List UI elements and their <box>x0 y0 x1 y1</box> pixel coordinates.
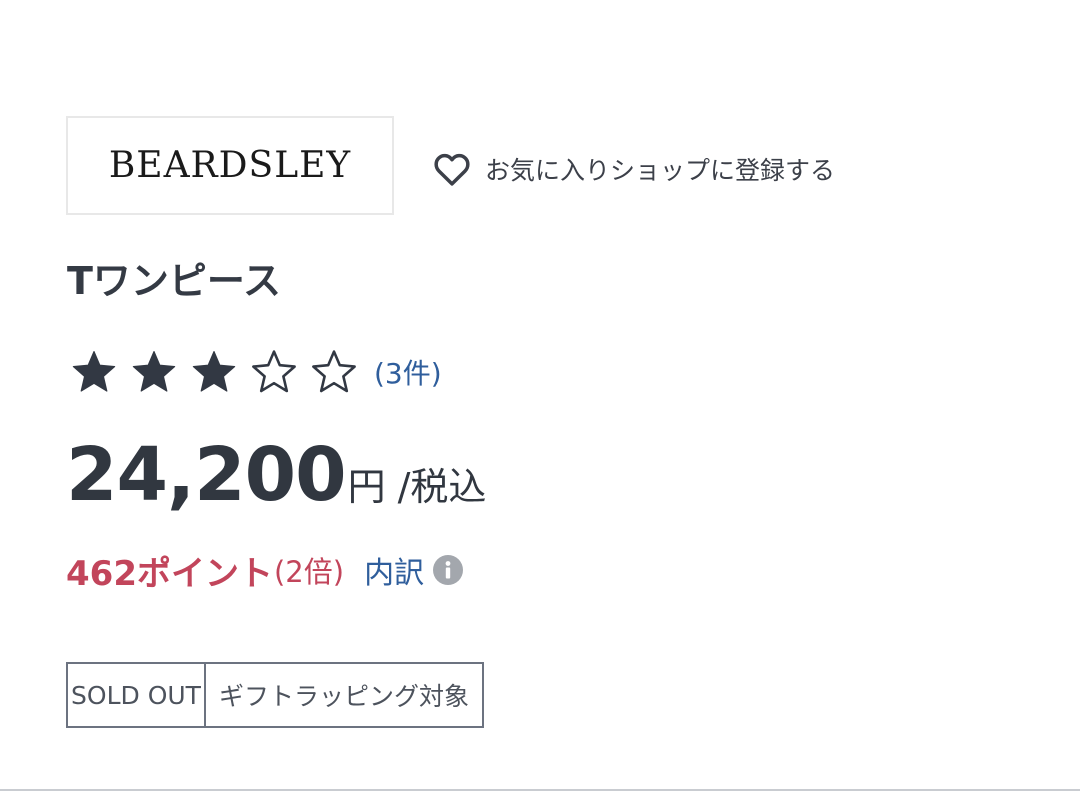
points: 462ポイント (2倍) 内訳 <box>66 546 464 594</box>
favorite-shop-label: お気に入りショップに登録する <box>485 156 836 185</box>
rating: (3件) <box>70 340 442 404</box>
star-outline-icon <box>250 348 298 396</box>
product-title: Tワンピース <box>67 259 282 303</box>
points-multiplier: (2倍) <box>273 555 345 589</box>
star-filled-icon <box>130 348 178 396</box>
favorite-shop-button[interactable]: お気に入りショップに登録する <box>431 148 835 190</box>
info-icon[interactable] <box>432 554 464 586</box>
gift-wrapping-badge: ギフトラッピング対象 <box>204 664 482 726</box>
star-filled-icon <box>70 348 118 396</box>
price-amount: 24,200 <box>66 432 347 518</box>
price: 24,200 円 /税込 <box>66 432 486 518</box>
points-breakdown-link[interactable]: 内訳 <box>364 548 424 592</box>
price-tax-label: /税込 <box>397 465 487 509</box>
heart-icon <box>431 148 473 190</box>
shop-logo-text: BEARDSLEY <box>108 145 352 186</box>
sold-out-badge: SOLD OUT <box>71 680 201 710</box>
price-currency: 円 <box>347 465 386 509</box>
rating-stars <box>70 348 370 396</box>
shop-logo[interactable]: BEARDSLEY <box>66 116 394 215</box>
star-outline-icon <box>310 348 358 396</box>
points-value: 462ポイント <box>66 553 273 594</box>
review-count-link[interactable]: (3件) <box>374 352 442 392</box>
star-filled-icon <box>190 348 238 396</box>
product-tags: SOLD OUT ギフトラッピング対象 <box>66 662 484 728</box>
